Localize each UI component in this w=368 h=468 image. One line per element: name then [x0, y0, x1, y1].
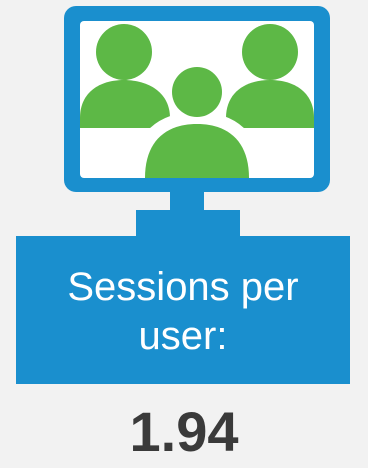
- monitor-base: [136, 210, 240, 236]
- metric-label: Sessions per user:: [16, 236, 350, 384]
- metric-label-line1: Sessions per: [67, 265, 299, 309]
- metric-value: 1.94: [129, 400, 239, 463]
- monitor-neck: [170, 190, 204, 212]
- metric-label-line2: user:: [138, 314, 228, 358]
